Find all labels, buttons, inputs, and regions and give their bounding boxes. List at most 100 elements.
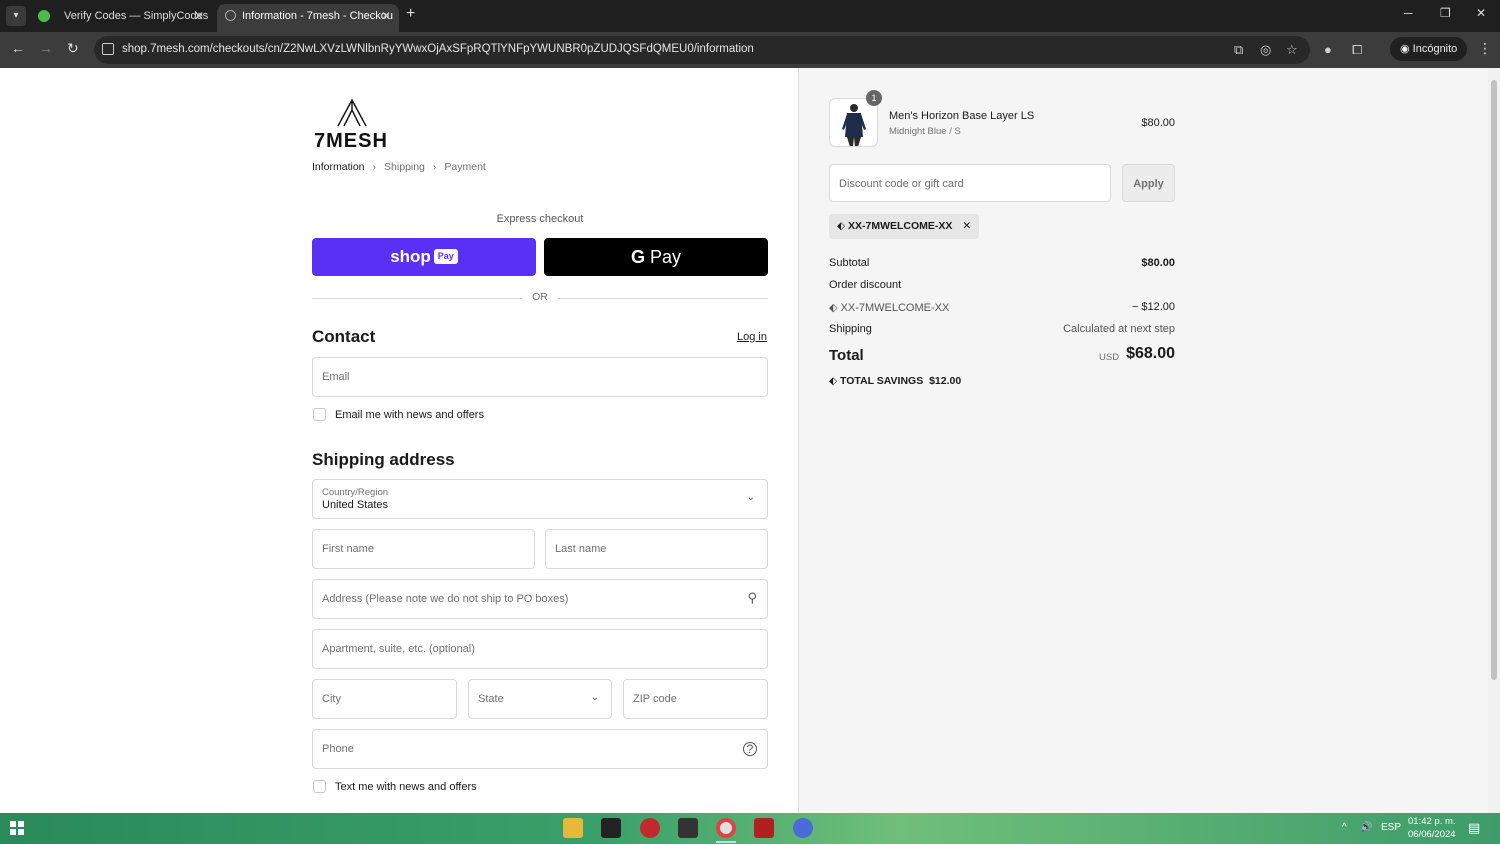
state-select[interactable]: State ⌄: [468, 679, 612, 719]
tab-7mesh-checkout[interactable]: Information - 7mesh - Checkou ✕: [217, 4, 399, 32]
country-label: Country/Region: [322, 487, 389, 498]
close-tab-icon[interactable]: ✕: [381, 4, 391, 28]
tag-icon: ⬖: [829, 375, 840, 387]
shipping-value: Calculated at next step: [1063, 323, 1175, 335]
brand-logo[interactable]: 7MESH: [314, 96, 390, 152]
phone-field[interactable]: Phone ?: [312, 729, 768, 769]
email-news-label[interactable]: Email me with news and offers: [335, 409, 484, 421]
globe-favicon-icon: [225, 10, 236, 21]
active-app-indicator: [716, 841, 736, 843]
close-window-icon[interactable]: ✕: [1476, 6, 1486, 20]
language-indicator[interactable]: ESP: [1381, 822, 1401, 833]
volume-icon[interactable]: 🔊: [1360, 822, 1372, 833]
divider: [558, 298, 768, 299]
apartment-field[interactable]: Apartment, suite, etc. (optional): [312, 629, 768, 669]
chat-app-icon[interactable]: [793, 818, 813, 838]
tray-overflow-icon[interactable]: ^: [1342, 822, 1347, 833]
breadcrumb-shipping: Shipping: [384, 161, 425, 173]
state-placeholder: State: [478, 693, 504, 705]
forward-icon[interactable]: →: [39, 40, 53, 56]
chevron-right-icon: ›: [372, 161, 377, 173]
extension-icon[interactable]: ●: [1324, 42, 1332, 57]
tab-search-icon[interactable]: ▾: [6, 6, 26, 26]
tab-title: Verify Codes — SimplyCodes: [64, 10, 209, 22]
shipping-row: Shipping Calculated at next step: [829, 323, 1175, 335]
minimize-icon[interactable]: ─: [1404, 6, 1413, 20]
total-savings: ⬖ TOTAL SAVINGS $12.00: [829, 375, 961, 387]
shop-pay-button[interactable]: shop Pay: [312, 238, 536, 276]
divider: [312, 298, 522, 299]
breadcrumb-payment: Payment: [444, 161, 486, 173]
shirt-icon: [842, 104, 866, 146]
address-field[interactable]: Address (Please note we do not ship to P…: [312, 579, 768, 619]
chevron-down-icon: ⌄: [590, 692, 599, 703]
email-field[interactable]: Email: [312, 357, 768, 397]
epic-games-icon[interactable]: [601, 818, 621, 838]
phone-placeholder: Phone: [322, 743, 354, 755]
app-icon[interactable]: [678, 818, 698, 838]
last-name-placeholder: Last name: [555, 543, 607, 555]
notifications-icon[interactable]: ▤: [1468, 820, 1480, 836]
site-info-icon[interactable]: [102, 43, 114, 55]
login-link[interactable]: Log in: [737, 331, 767, 343]
discount-code-row: ⬖ XX-7MWELCOME-XX − $12.00: [829, 301, 1175, 314]
address-bar[interactable]: shop.7mesh.com/checkouts/cn/Z2NwLXVzLWNl…: [94, 36, 1310, 64]
first-name-field[interactable]: First name: [312, 529, 535, 569]
shop-pay-badge: Pay: [433, 249, 458, 264]
close-tab-icon[interactable]: ✕: [194, 4, 204, 28]
eye-off-icon[interactable]: ◎: [1260, 42, 1271, 58]
product-variant: Midnight Blue / S: [889, 126, 961, 137]
scrollbar-thumb[interactable]: [1491, 80, 1497, 680]
first-name-placeholder: First name: [322, 543, 374, 555]
email-news-checkbox[interactable]: [313, 408, 326, 421]
country-value: United States: [322, 499, 389, 511]
sms-news-checkbox[interactable]: [313, 780, 326, 793]
shipping-label: Shipping: [829, 323, 872, 335]
breadcrumb-information[interactable]: Information: [312, 161, 365, 173]
search-icon: ⚲: [747, 590, 757, 605]
back-icon[interactable]: ←: [11, 40, 25, 56]
clock[interactable]: 01:42 p. m. 06/06/2024: [1408, 815, 1456, 841]
tab-title: Information - 7mesh - Checkou: [242, 10, 394, 22]
google-pay-button[interactable]: G Pay: [544, 238, 768, 276]
mountain-logo-icon: [337, 98, 367, 127]
checkout-page: 7MESH Information › Shipping › Payment Expre…: [0, 68, 1500, 813]
express-checkout-label: Express checkout: [496, 213, 584, 225]
bookmark-star-icon[interactable]: ☆: [1286, 42, 1298, 58]
zip-field[interactable]: ZIP code: [623, 679, 768, 719]
file-explorer-icon[interactable]: [563, 818, 583, 838]
address-placeholder: Address (Please note we do not ship to P…: [322, 593, 569, 605]
country-select[interactable]: Country/Region United States ⌄: [312, 479, 768, 519]
restore-icon[interactable]: ❐: [1440, 6, 1451, 20]
opera-icon[interactable]: [640, 818, 660, 838]
sms-news-label[interactable]: Text me with news and offers: [335, 781, 477, 793]
remove-discount-icon[interactable]: ✕: [962, 220, 971, 232]
product-price: $80.00: [1141, 117, 1175, 129]
translate-icon[interactable]: ⧉: [1234, 42, 1243, 58]
discount-code-input[interactable]: Discount code or gift card: [829, 164, 1111, 202]
discount-code-text: XX-7MWELCOME-XX: [848, 220, 953, 232]
savings-value: $12.00: [929, 375, 962, 387]
windows-start-icon[interactable]: [10, 821, 24, 835]
browser-toolbar: ← → ↻ shop.7mesh.com/checkouts/cn/Z2NwLX…: [0, 32, 1500, 68]
apply-button[interactable]: Apply: [1122, 164, 1175, 202]
help-icon[interactable]: ?: [743, 742, 757, 756]
page-scrollbar[interactable]: [1488, 68, 1500, 813]
new-tab-icon[interactable]: +: [406, 5, 415, 23]
last-name-field[interactable]: Last name: [545, 529, 768, 569]
checkout-form-column: 7MESH Information › Shipping › Payment Expre…: [0, 68, 798, 813]
subtotal-value: $80.00: [1141, 257, 1175, 269]
applied-discount-chip: ⬖ XX-7MWELCOME-XX ✕: [829, 214, 980, 239]
voicemeeter-icon[interactable]: [754, 818, 774, 838]
menu-icon[interactable]: ⋮: [1478, 40, 1492, 57]
apartment-placeholder: Apartment, suite, etc. (optional): [322, 643, 475, 655]
city-field[interactable]: City: [312, 679, 457, 719]
chevron-down-icon: ⌄: [746, 492, 755, 503]
tag-icon: ⬖: [837, 220, 848, 232]
reload-icon[interactable]: ↻: [67, 40, 79, 57]
tab-simplycodes[interactable]: Verify Codes — SimplyCodes ✕: [28, 4, 212, 32]
chrome-icon[interactable]: [716, 818, 736, 838]
url-text[interactable]: shop.7mesh.com/checkouts/cn/Z2NwLXVzLWNl…: [122, 43, 754, 55]
incognito-badge[interactable]: ◉ Incógnito: [1390, 37, 1468, 61]
puzzle-icon[interactable]: ⧠: [1352, 42, 1362, 58]
